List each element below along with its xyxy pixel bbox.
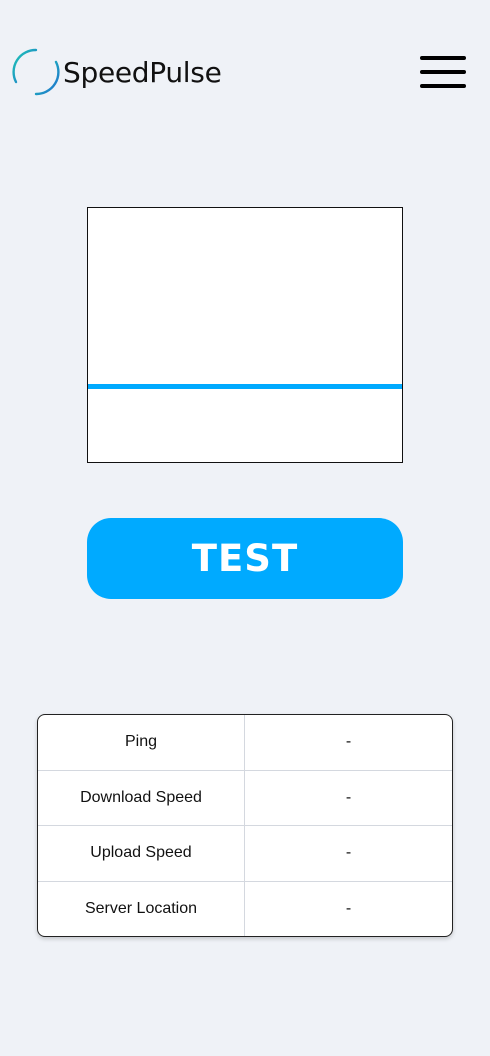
table-row: Server Location - [38,881,452,936]
result-value-upload-speed: - [345,844,352,862]
table-row: Upload Speed - [38,826,452,882]
result-value-download-speed: - [345,788,352,806]
result-label-download-speed: Download Speed [38,770,245,825]
menu-bar [420,56,466,60]
menu-bar [420,84,466,88]
result-value-server-location: - [345,900,352,918]
results-table: Ping - Download Speed - Upload Speed - S… [37,714,453,937]
hamburger-menu-icon[interactable] [418,54,468,90]
app-name: SpeedPulse [63,55,222,89]
result-value-ping: - [345,733,352,751]
logo: SpeedPulse [10,44,222,100]
table-row: Download Speed - [38,770,452,826]
table-row: Ping - [38,715,452,771]
speed-graph-line [88,384,402,389]
speedpulse-logo-icon [10,44,62,100]
test-button[interactable]: TEST [87,518,403,599]
header: SpeedPulse [0,0,490,140]
result-label-ping: Ping [38,715,245,770]
result-label-server-location: Server Location [38,881,245,936]
speed-graph [87,207,403,463]
result-label-upload-speed: Upload Speed [38,826,245,881]
menu-bar [420,70,466,74]
app-page: SpeedPulse TEST Ping - Download Speed - … [0,0,490,1056]
